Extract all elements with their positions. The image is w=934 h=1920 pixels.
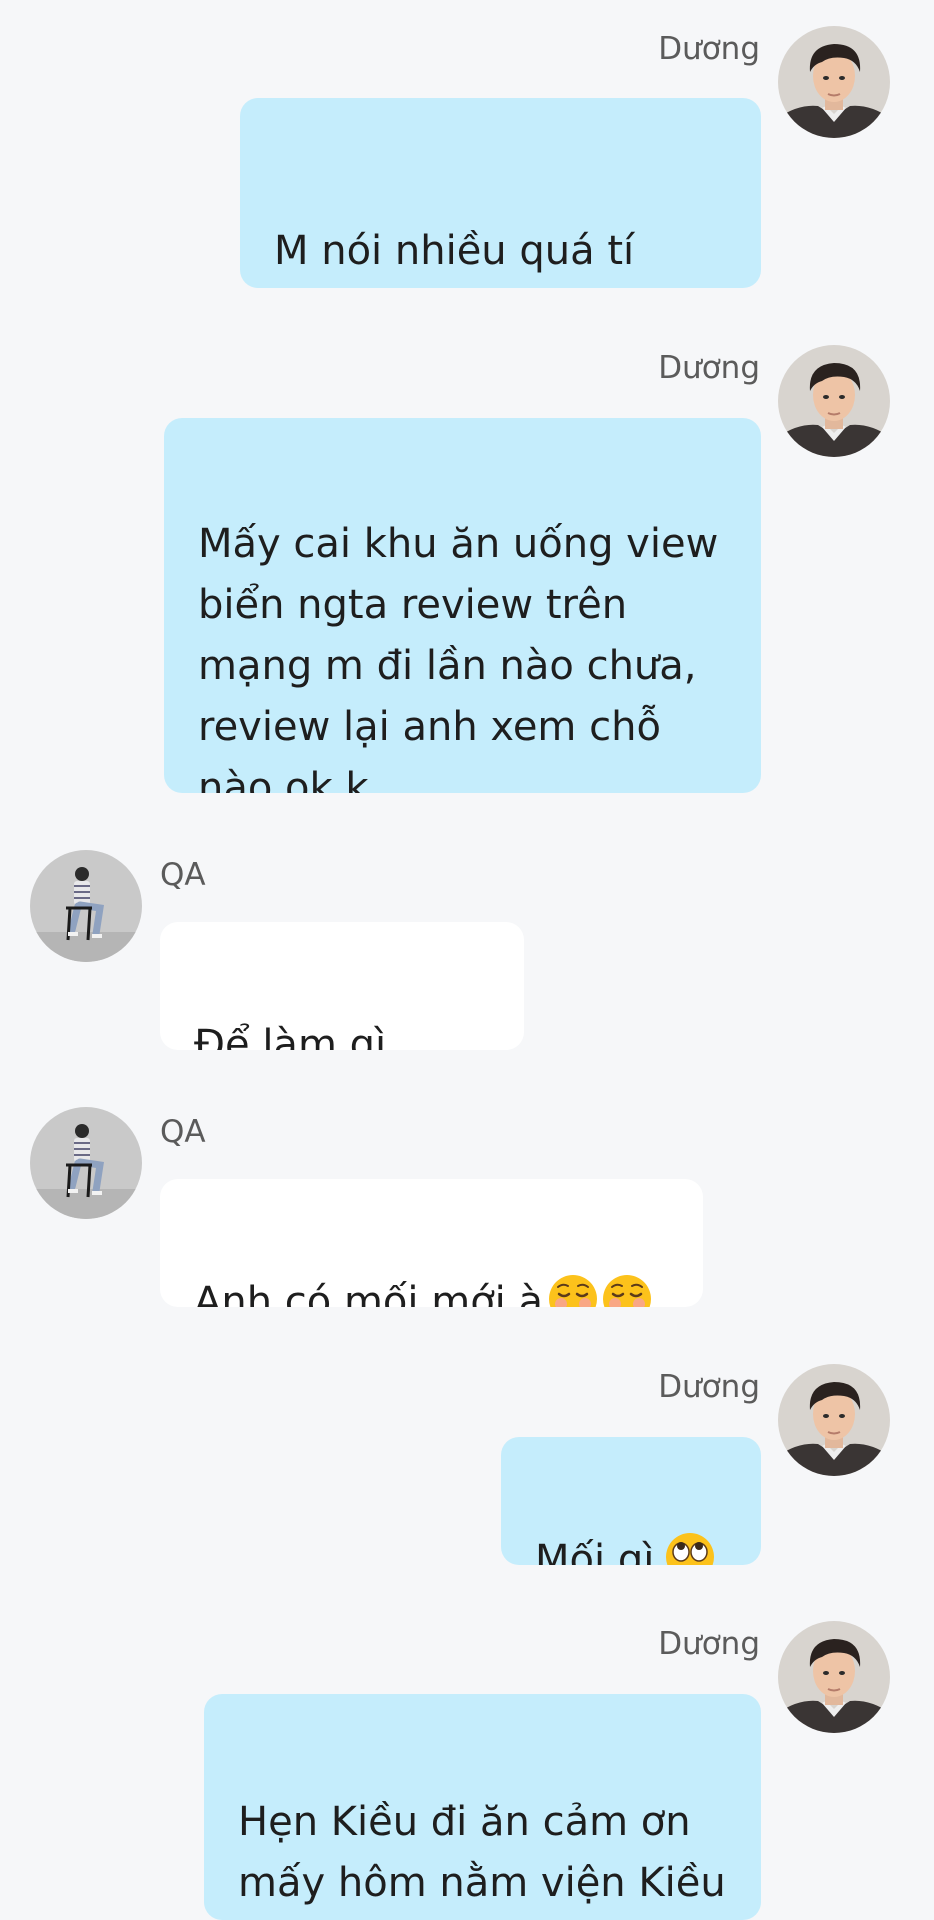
message-bubble[interactable]: M nói nhiều quá tí anh quên	[240, 98, 761, 288]
message-text: Mối gì	[535, 1537, 655, 1565]
sender-name: Dương	[658, 1626, 760, 1662]
eye-roll-face-icon	[664, 1531, 716, 1565]
message-bubble[interactable]: Anh có mối mới à	[160, 1179, 703, 1307]
message-text: Mấy cai khu ăn uống view biển ngta revie…	[198, 521, 719, 793]
sender-name: Dương	[658, 31, 760, 67]
message-bubble[interactable]: Để làm gì anh?	[160, 922, 524, 1050]
sender-name: Dương	[658, 1369, 760, 1405]
avatar-duong[interactable]	[778, 1621, 890, 1733]
smiling-face-icon	[547, 1273, 599, 1307]
message-bubble[interactable]: Mối gì	[501, 1437, 761, 1565]
message-text: M nói nhiều quá tí anh quên	[274, 228, 635, 274]
chat-thread[interactable]: Dương M nói nhiều quá tí anh quên Dương …	[0, 0, 934, 1920]
message-bubble[interactable]: Hẹn Kiều đi ăn cảm ơn mấy hôm nằm viện K…	[204, 1694, 761, 1920]
sender-name: QA	[160, 1114, 206, 1150]
message-text: Anh có mối mới à	[194, 1279, 544, 1307]
sender-name: Dương	[658, 350, 760, 386]
message-text: Hẹn Kiều đi ăn cảm ơn mấy hôm nằm viện K…	[238, 1799, 726, 1906]
smiling-face-icon	[601, 1273, 653, 1307]
avatar-duong[interactable]	[778, 1364, 890, 1476]
message-text: Để làm gì anh?	[194, 1022, 387, 1050]
avatar-duong[interactable]	[778, 26, 890, 138]
avatar-duong[interactable]	[778, 345, 890, 457]
avatar-qa[interactable]	[30, 1107, 142, 1219]
avatar-qa[interactable]	[30, 850, 142, 962]
message-bubble[interactable]: Mấy cai khu ăn uống view biển ngta revie…	[164, 418, 761, 793]
sender-name: QA	[160, 857, 206, 893]
